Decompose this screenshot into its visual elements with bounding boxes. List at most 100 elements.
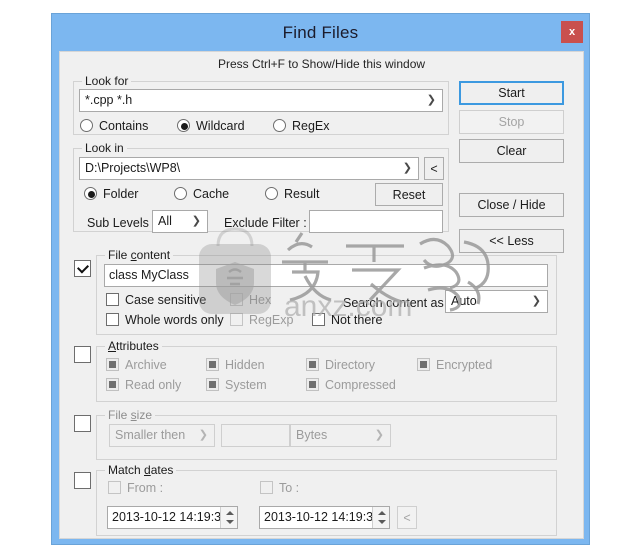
sub-levels-combo[interactable]: All ❯ (152, 210, 208, 233)
look-for-pattern-value: *.cpp *.h (85, 93, 133, 107)
look-in-source-result-label: Result (284, 187, 320, 201)
match-dates-enable-checkbox[interactable] (74, 472, 91, 489)
look-for-mode-regex[interactable]: RegEx (273, 118, 330, 134)
spinner-down-icon[interactable] (226, 520, 234, 524)
match-dates-to-value: 2013-10-12 14:19:36 (264, 510, 381, 524)
file-size-comparison-combo: Smaller then ❯ (109, 424, 215, 447)
spinner-down-icon[interactable] (378, 520, 386, 524)
match-dates-to-spinner[interactable] (372, 507, 389, 528)
file-size-unit-combo: Bytes ❯ (290, 424, 391, 447)
match-dates-from-label: From : (127, 481, 164, 495)
match-dates-from-input[interactable]: 2013-10-12 14:19:36 (107, 506, 238, 529)
dialog-body: Press Ctrl+F to Show/Hide this window Lo… (59, 51, 584, 539)
sub-levels-value: All (158, 214, 172, 228)
screen: Find Files x Press Ctrl+F to Show/Hide t… (0, 0, 642, 556)
search-content-as-value: Auto (451, 294, 477, 308)
look-for-mode-regex-label: RegEx (292, 119, 330, 133)
find-files-window: Find Files x Press Ctrl+F to Show/Hide t… (51, 13, 590, 545)
attributes-encrypted-label: Encrypted (436, 358, 493, 372)
file-size-unit-value: Bytes (296, 428, 328, 442)
attributes-directory-label: Directory (325, 358, 376, 372)
look-in-source-folder[interactable]: Folder (84, 186, 138, 202)
look-in-source-result[interactable]: Result (265, 186, 319, 202)
attributes-directory-checkbox: Directory (306, 357, 375, 373)
look-for-mode-contains[interactable]: Contains (80, 118, 148, 134)
chevron-down-icon: ❯ (374, 429, 384, 441)
chevron-down-icon: ❯ (531, 295, 541, 307)
match-dates-to-label: To : (279, 481, 300, 495)
look-in-path-value: D:\Projects\WP8\ (85, 161, 181, 175)
attributes-archive-checkbox: Archive (106, 357, 167, 373)
shortcut-hint: Press Ctrl+F to Show/Hide this window (217, 57, 426, 71)
spinner-up-icon[interactable] (378, 511, 386, 515)
file-size-group-title: File size (105, 408, 156, 422)
match-dates-back-button: < (397, 506, 417, 529)
file-size-comparison-value: Smaller then (115, 428, 186, 442)
attributes-enable-checkbox[interactable] (74, 346, 91, 363)
file-content-enable-checkbox[interactable] (74, 260, 91, 277)
reset-button[interactable]: Reset (375, 183, 443, 206)
file-content-regexp-checkbox: RegExp (230, 312, 293, 328)
close-hide-button[interactable]: Close / Hide (459, 193, 564, 217)
sub-levels-label: Sub Levels : (87, 216, 156, 230)
match-dates-from-checkbox: From : (108, 480, 163, 496)
file-content-whole-words-label: Whole words only (125, 313, 224, 327)
look-in-path-combo[interactable]: D:\Projects\WP8\ ❯ (79, 157, 419, 180)
attributes-compressed-label: Compressed (325, 378, 396, 392)
exclude-filter-input[interactable] (309, 210, 443, 233)
look-for-mode-wildcard[interactable]: Wildcard (177, 118, 245, 134)
file-content-case-sensitive-label: Case sensitive (125, 293, 207, 307)
spinner-up-icon[interactable] (226, 511, 234, 515)
file-content-not-there-label: Not there (331, 313, 383, 327)
file-content-group-title: File content (105, 248, 174, 262)
match-dates-to-input[interactable]: 2013-10-12 14:19:36 (259, 506, 390, 529)
title-bar: Find Files x (52, 14, 589, 51)
stop-button: Stop (459, 110, 564, 134)
attributes-hidden-checkbox: Hidden (206, 357, 265, 373)
less-button[interactable]: << Less (459, 229, 564, 253)
match-dates-to-checkbox: To : (260, 480, 299, 496)
match-dates-from-value: 2013-10-12 14:19:36 (112, 510, 229, 524)
file-content-hex-label: Hex (249, 293, 272, 307)
file-content-query-input[interactable]: class MyClass (104, 264, 548, 287)
attributes-hidden-label: Hidden (225, 358, 265, 372)
attributes-compressed-checkbox: Compressed (306, 377, 396, 393)
look-in-source-cache-label: Cache (193, 187, 230, 201)
chevron-down-icon: ❯ (198, 429, 208, 441)
match-dates-group-title: Match dates (105, 463, 177, 477)
chevron-down-icon: ❯ (426, 94, 436, 106)
attributes-group-title: Attributes (105, 339, 162, 353)
file-content-regexp-label: RegExp (249, 313, 294, 327)
look-in-source-cache[interactable]: Cache (174, 186, 229, 202)
attributes-system-label: System (225, 378, 267, 392)
search-content-as-combo[interactable]: Auto ❯ (445, 290, 548, 313)
attributes-archive-label: Archive (125, 358, 167, 372)
search-content-as-label: Search content as : (343, 296, 451, 310)
file-content-hex-checkbox: Hex (230, 292, 271, 308)
attributes-group: Attributes (96, 339, 557, 402)
look-for-group-title: Look for (82, 74, 132, 88)
file-content-not-there-checkbox[interactable]: Not there (312, 312, 382, 328)
attributes-system-checkbox: System (206, 377, 267, 393)
look-for-mode-wildcard-label: Wildcard (196, 119, 245, 133)
look-for-mode-contains-label: Contains (99, 119, 149, 133)
clear-button[interactable]: Clear (459, 139, 564, 163)
match-dates-from-spinner[interactable] (220, 507, 237, 528)
close-icon[interactable]: x (561, 21, 583, 43)
exclude-filter-label: Exclude Filter : (224, 216, 307, 230)
file-content-case-sensitive-checkbox[interactable]: Case sensitive (106, 292, 206, 308)
file-content-whole-words-checkbox[interactable]: Whole words only (106, 312, 224, 328)
look-in-source-folder-label: Folder (103, 187, 139, 201)
attributes-read-only-label: Read only (125, 378, 182, 392)
chevron-down-icon: ❯ (191, 215, 201, 227)
window-title: Find Files (282, 23, 359, 42)
file-content-query-value: class MyClass (109, 268, 189, 282)
look-in-back-button[interactable]: < (424, 157, 444, 180)
look-in-group-title: Look in (82, 141, 127, 155)
start-button[interactable]: Start (459, 81, 564, 105)
attributes-read-only-checkbox: Read only (106, 377, 181, 393)
file-size-enable-checkbox[interactable] (74, 415, 91, 432)
look-for-pattern-combo[interactable]: *.cpp *.h ❯ (79, 89, 443, 112)
file-size-amount-input (221, 424, 290, 447)
chevron-down-icon: ❯ (402, 162, 412, 174)
